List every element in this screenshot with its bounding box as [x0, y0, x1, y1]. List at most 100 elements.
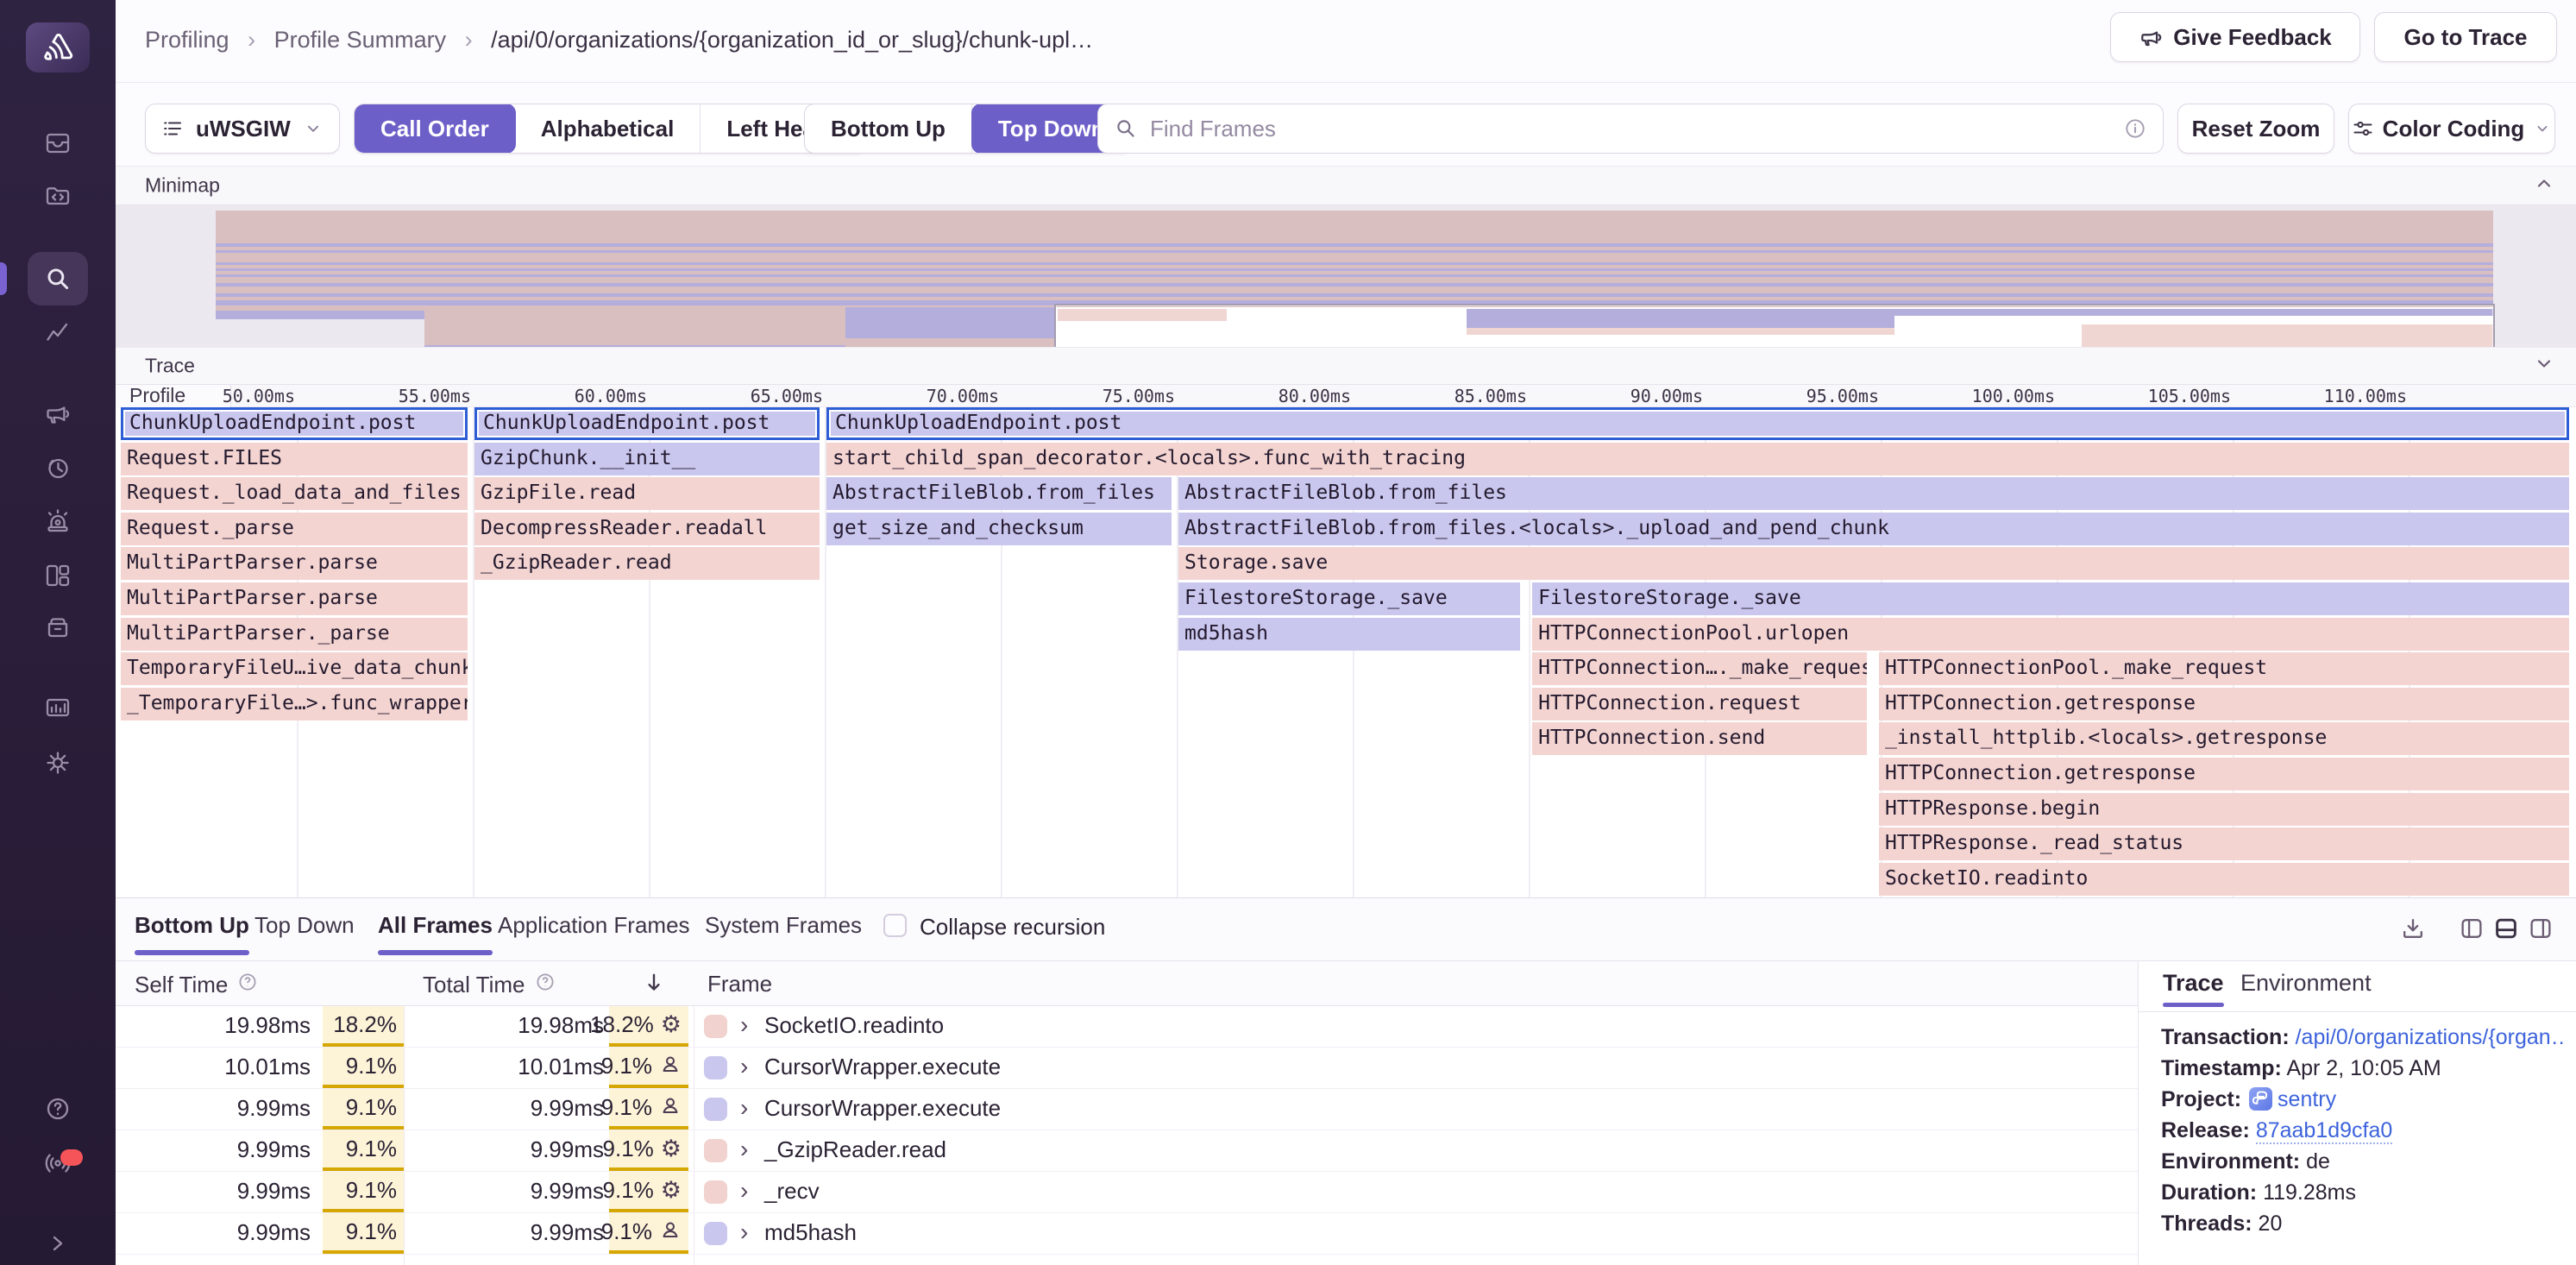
- breadcrumb-profile-summary[interactable]: Profile Summary: [274, 27, 447, 53]
- layout-right-icon[interactable]: [2528, 916, 2554, 946]
- flame-frame[interactable]: DecompressReader.readall: [474, 513, 820, 545]
- sentry-logo[interactable]: [26, 22, 90, 72]
- flame-frame[interactable]: HTTPConnection.getresponse: [1879, 758, 2569, 790]
- flamegraph[interactable]: ChunkUploadEndpoint.postChunkUploadEndpo…: [116, 407, 2576, 897]
- flame-frame[interactable]: HTTPConnection.request: [1532, 688, 1867, 721]
- flame-frame[interactable]: FilestoreStorage._save: [1532, 582, 2569, 615]
- flame-frame[interactable]: Request.FILES: [121, 443, 468, 475]
- sidebar-item-help-question-icon[interactable]: [43, 1094, 72, 1123]
- flame-frame[interactable]: ChunkUploadEndpoint.post: [121, 407, 468, 440]
- flame-frame[interactable]: HTTPConnectionPool.urlopen: [1532, 618, 2569, 651]
- project-link[interactable]: sentry: [2278, 1087, 2336, 1111]
- expand-chevron-icon[interactable]: ›: [740, 1172, 748, 1210]
- detail-tab-trace[interactable]: Trace: [2163, 970, 2224, 997]
- sidebar-item-stats-monitor-icon[interactable]: [43, 694, 72, 723]
- frame-name[interactable]: md5hash: [764, 1213, 857, 1251]
- table-row[interactable]: 9.99ms9.1%9.99ms9.1%›md5hash: [116, 1213, 2138, 1255]
- flame-frame[interactable]: HTTPConnection…._make_request: [1532, 652, 1867, 685]
- sidebar-item-dashboards-grid-icon[interactable]: [43, 561, 72, 590]
- sort-descending-icon[interactable]: [642, 971, 666, 1001]
- flame-frame[interactable]: HTTPConnection.getresponse: [1879, 688, 2569, 721]
- table-row[interactable]: 19.98ms18.2%19.98ms18.2%⚙›SocketIO.readi…: [116, 1006, 2138, 1048]
- flame-frame[interactable]: MultiPartParser._parse: [121, 618, 468, 651]
- tab-system-frames[interactable]: System Frames: [705, 912, 862, 939]
- tab-top-down[interactable]: Top Down: [254, 912, 355, 939]
- expand-chevron-icon[interactable]: ›: [740, 1213, 748, 1251]
- flame-frame[interactable]: MultiPartParser.parse: [121, 547, 468, 580]
- help-circle-icon[interactable]: [236, 971, 259, 999]
- table-row[interactable]: 9.99ms9.1%9.99ms9.1%⚙›_GzipReader.read: [116, 1130, 2138, 1172]
- sidebar-item-feedback-megaphone-icon[interactable]: [43, 400, 72, 429]
- sidebar-item-archive-box-icon[interactable]: [43, 613, 72, 642]
- col-self-time[interactable]: Self Time: [135, 971, 259, 999]
- trace-header[interactable]: Trace: [116, 347, 2576, 385]
- sidebar-item-settings-gear-icon[interactable]: [43, 748, 72, 777]
- export-download-icon[interactable]: [2400, 916, 2426, 946]
- frame-name[interactable]: SocketIO.readinto: [764, 1006, 944, 1044]
- sidebar-item-explore[interactable]: [28, 252, 88, 305]
- col-total-time[interactable]: Total Time: [423, 971, 556, 999]
- flame-frame[interactable]: _install_httplib.<locals>.getresponse: [1879, 722, 2569, 755]
- sort-call-order[interactable]: Call Order: [354, 104, 516, 154]
- flame-frame[interactable]: HTTPConnectionPool._make_request: [1879, 652, 2569, 685]
- flame-frame[interactable]: ChunkUploadEndpoint.post: [826, 407, 2569, 440]
- layout-bottom-icon[interactable]: [2493, 916, 2519, 946]
- sidebar-item-expand-chevron-icon[interactable]: [43, 1229, 72, 1258]
- expand-chevron-icon[interactable]: ›: [740, 1048, 748, 1086]
- tab-all-frames[interactable]: All Frames: [378, 912, 493, 939]
- flame-frame[interactable]: AbstractFileBlob.from_files.<locals>._up…: [1178, 513, 2569, 545]
- sidebar-item-alerts-siren-icon[interactable]: [43, 507, 72, 536]
- flame-frame[interactable]: HTTPResponse._read_status: [1879, 828, 2569, 860]
- sort-alphabetical[interactable]: Alphabetical: [515, 104, 701, 153]
- flame-frame[interactable]: GzipFile.read: [474, 477, 820, 510]
- frame-name[interactable]: _recv: [764, 1172, 820, 1210]
- sidebar-item-releases-clock-icon[interactable]: [43, 454, 72, 483]
- direction-bottom-up[interactable]: Bottom Up: [805, 104, 972, 153]
- color-coding-dropdown[interactable]: Color Coding: [2348, 104, 2555, 154]
- flame-frame[interactable]: GzipChunk.__init__: [474, 443, 820, 475]
- flame-frame[interactable]: _TemporaryFile…>.func_wrapper: [121, 688, 468, 721]
- flame-frame[interactable]: ChunkUploadEndpoint.post: [474, 407, 820, 440]
- help-circle-icon[interactable]: [534, 971, 556, 999]
- frame-name[interactable]: CursorWrapper.execute: [764, 1089, 1001, 1127]
- detail-tab-environment[interactable]: Environment: [2240, 970, 2372, 997]
- flame-frame[interactable]: get_size_and_checksum: [826, 513, 1172, 545]
- minimap-header[interactable]: Minimap: [116, 166, 2576, 205]
- info-icon[interactable]: [2123, 116, 2147, 141]
- flame-frame[interactable]: FilestoreStorage._save: [1178, 582, 1520, 615]
- flame-frame[interactable]: HTTPConnection.send: [1532, 722, 1867, 755]
- frame-name[interactable]: _GzipReader.read: [764, 1130, 946, 1168]
- flame-frame[interactable]: AbstractFileBlob.from_files: [826, 477, 1172, 510]
- breadcrumb-profiling[interactable]: Profiling: [145, 27, 229, 53]
- flame-frame[interactable]: Storage.save: [1178, 547, 2569, 580]
- expand-chevron-icon[interactable]: ›: [740, 1089, 748, 1127]
- release-link[interactable]: 87aab1d9cfa0: [2256, 1118, 2392, 1144]
- transaction-link[interactable]: /api/0/organizations/{organ…: [2296, 1025, 2563, 1049]
- flame-frame[interactable]: Request._load_data_and_files: [121, 477, 468, 510]
- flame-frame[interactable]: TemporaryFileU…ive_data_chunk: [121, 652, 468, 685]
- search-input[interactable]: [1150, 116, 2111, 142]
- collapse-recursion-checkbox[interactable]: [883, 914, 907, 937]
- expand-chevron-icon[interactable]: ›: [740, 1130, 748, 1168]
- flame-frame[interactable]: md5hash: [1178, 618, 1520, 651]
- flame-frame[interactable]: Request._parse: [121, 513, 468, 545]
- expand-chevron-icon[interactable]: ›: [740, 1006, 748, 1044]
- collapse-up-icon[interactable]: [2533, 173, 2555, 199]
- minimap[interactable]: [116, 205, 2576, 347]
- table-row[interactable]: 10.01ms9.1%10.01ms9.1%›CursorWrapper.exe…: [116, 1048, 2138, 1089]
- reset-zoom-button[interactable]: Reset Zoom: [2177, 104, 2334, 154]
- tab-bottom-up[interactable]: Bottom Up: [135, 912, 249, 939]
- table-row[interactable]: 9.99ms9.1%9.99ms9.1%›CursorWrapper.execu…: [116, 1089, 2138, 1130]
- flame-frame[interactable]: start_child_span_decorator.<locals>.func…: [826, 443, 2569, 475]
- find-frames-search[interactable]: [1097, 104, 2164, 154]
- tab-application-frames[interactable]: Application Frames: [498, 912, 690, 939]
- sidebar-item-insights-chart-icon[interactable]: [43, 319, 72, 349]
- go-to-trace-button[interactable]: Go to Trace: [2374, 12, 2557, 62]
- flame-frame[interactable]: _GzipReader.read: [474, 547, 820, 580]
- frame-name[interactable]: CursorWrapper.execute: [764, 1048, 1001, 1086]
- flame-frame[interactable]: HTTPResponse.begin: [1879, 793, 2569, 826]
- sidebar-item-projects-code-icon[interactable]: [43, 181, 72, 211]
- give-feedback-button[interactable]: Give Feedback: [2110, 12, 2360, 62]
- flame-frame[interactable]: MultiPartParser.parse: [121, 582, 468, 615]
- flame-frame[interactable]: SocketIO.readinto: [1879, 863, 2569, 896]
